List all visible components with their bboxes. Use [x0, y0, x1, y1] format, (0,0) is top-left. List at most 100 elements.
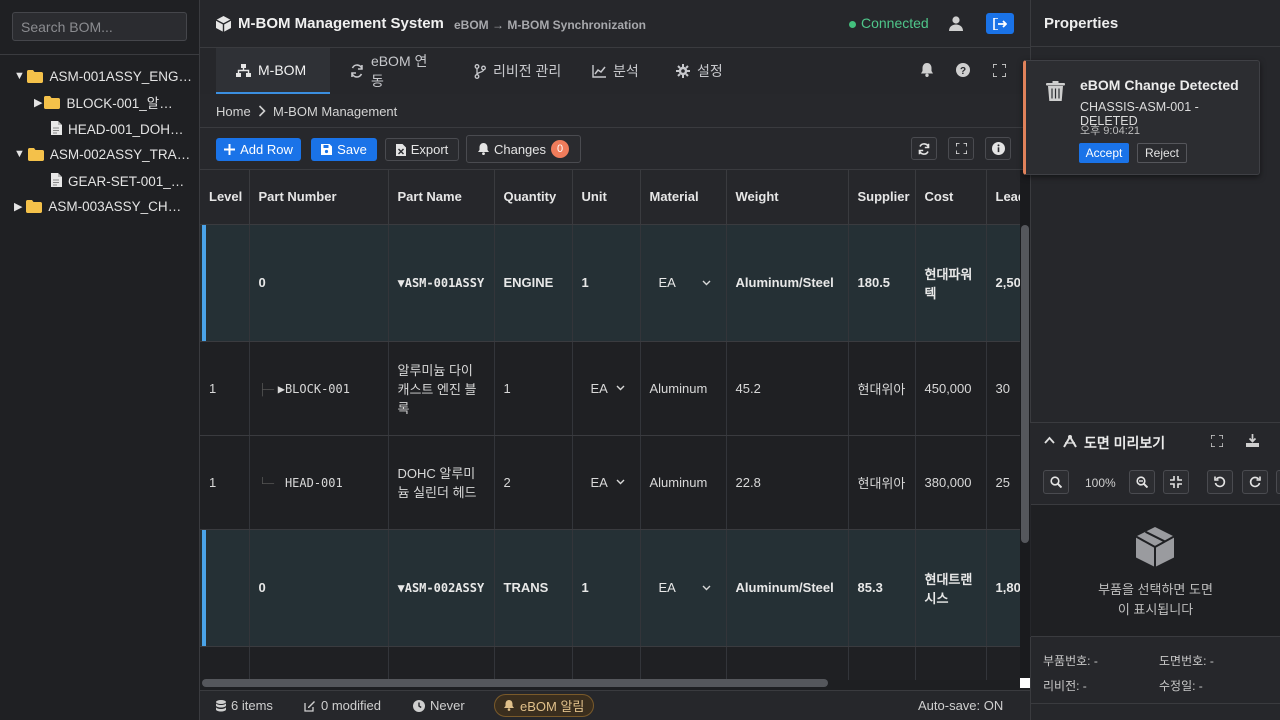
column-header[interactable]: Weight	[726, 170, 849, 225]
level-value-cell[interactable]: 0	[249, 529, 389, 647]
column-header[interactable]: Unit	[572, 170, 641, 225]
caret-right-icon[interactable]: ▶	[34, 96, 42, 109]
weight-cell[interactable]: 45.2	[726, 341, 849, 436]
quantity-cell[interactable]: 1	[572, 224, 641, 342]
tab-m-bom[interactable]: M-BOM	[216, 48, 330, 94]
column-header[interactable]: Part Number	[249, 170, 389, 225]
lead-time-cell[interactable]: 25	[986, 435, 1020, 530]
column-header[interactable]: Part Name	[388, 170, 495, 225]
table-cell[interactable]	[200, 646, 250, 680]
user-icon[interactable]	[949, 16, 963, 31]
level-value-cell[interactable]: 0	[249, 224, 389, 342]
tab-analysis[interactable]: 분석	[572, 48, 662, 94]
quantity-cell[interactable]: 1	[572, 529, 641, 647]
table-cell[interactable]	[249, 646, 389, 680]
supplier-cell[interactable]: 현대위아	[848, 435, 916, 530]
table-cell[interactable]	[726, 646, 849, 680]
search-bom-input[interactable]	[12, 12, 187, 41]
accept-button[interactable]: Accept	[1079, 143, 1129, 163]
table-cell[interactable]	[388, 646, 495, 680]
tree-item-asm-003[interactable]: ▶ ASM-003ASSY_CHASSIS	[14, 193, 186, 219]
save-button[interactable]: Save	[311, 138, 377, 161]
caret-down-icon[interactable]: ▼	[14, 148, 26, 160]
tree-item-asm-001[interactable]: ▼ ASM-001ASSY_ENGINE	[14, 63, 194, 89]
add-row-button[interactable]: Add Row	[216, 138, 301, 161]
level-cell[interactable]	[200, 529, 250, 647]
unit-select[interactable]: EA	[572, 435, 641, 530]
tab-revision[interactable]: 리비전 관리	[454, 48, 584, 94]
column-header[interactable]: Supplier	[848, 170, 916, 225]
tree-item-gear-set-001[interactable]: GEAR-SET-001_기어세트	[46, 167, 186, 193]
level-value-cell[interactable]: 1	[200, 341, 250, 436]
refresh-button[interactable]	[911, 137, 937, 160]
part-name-cell[interactable]: 알루미늄 다이캐스트 엔진 블록	[388, 341, 495, 436]
table-cell[interactable]	[640, 646, 727, 680]
material-cell[interactable]: Aluminum	[640, 341, 727, 436]
cost-cell[interactable]: 1,800,000	[986, 529, 1020, 647]
zoom-out-button[interactable]	[1129, 470, 1155, 494]
tab-settings[interactable]: 설정	[656, 48, 746, 94]
lead-time-cell[interactable]: 30	[986, 341, 1020, 436]
tree-item-head-001[interactable]: HEAD-001_DOHC 알루미늄	[46, 115, 186, 141]
part-name-cell[interactable]: ENGINE	[494, 224, 573, 342]
column-header[interactable]: Level	[200, 170, 250, 225]
table-row[interactable]: 0 ▼ASM-001ASSY ENGINE 1 EA Aluminum/Stee…	[200, 224, 1020, 342]
material-cell[interactable]: Aluminum/Steel	[726, 529, 849, 647]
fullscreen-button[interactable]	[948, 137, 974, 160]
table-row[interactable]: 1 └─ HEAD-001 DOHC 알루미늄 실린더 헤드 2 EA Alum…	[200, 435, 1020, 530]
unit-select[interactable]: EA	[572, 341, 641, 436]
level-cell[interactable]	[200, 224, 250, 342]
bell-icon[interactable]	[921, 63, 933, 77]
horizontal-scrollbar-thumb[interactable]	[202, 679, 828, 687]
table-row[interactable]: 1 ├─ ▶BLOCK-001 알루미늄 다이캐스트 엔진 블록 1 EA Al…	[200, 341, 1020, 436]
cost-cell[interactable]: 380,000	[915, 435, 987, 530]
unit-select[interactable]: EA	[640, 529, 727, 647]
logout-button[interactable]	[986, 13, 1014, 34]
level-value-cell[interactable]: 1	[200, 435, 250, 530]
rotate-left-button[interactable]	[1207, 470, 1233, 494]
expand-icon[interactable]	[1211, 435, 1223, 447]
download-icon[interactable]	[1246, 434, 1259, 447]
supplier-cell[interactable]: 현대파워텍	[915, 224, 987, 342]
material-cell[interactable]: Aluminum/Steel	[726, 224, 849, 342]
tree-item-block-001[interactable]: ▶ BLOCK-001_알루미늄 다이캐스트	[34, 89, 184, 115]
unit-select[interactable]: EA	[640, 224, 727, 342]
expand-icon[interactable]	[993, 64, 1006, 77]
part-name-cell[interactable]: TRANS	[494, 529, 573, 647]
help-icon[interactable]: ?	[956, 63, 970, 77]
zoom-in-button[interactable]	[1043, 470, 1069, 494]
supplier-cell[interactable]: 현대위아	[848, 341, 916, 436]
table-cell[interactable]	[915, 646, 987, 680]
part-number-cell[interactable]: ▼ASM-002ASSY	[388, 529, 495, 647]
table-cell[interactable]	[572, 646, 641, 680]
quantity-cell[interactable]: 2	[494, 435, 573, 530]
weight-cell[interactable]: 180.5	[848, 224, 916, 342]
column-header[interactable]: Cost	[915, 170, 987, 225]
supplier-cell[interactable]: 현대트랜시스	[915, 529, 987, 647]
column-header[interactable]: Quantity	[494, 170, 573, 225]
vertical-scrollbar-thumb[interactable]	[1021, 225, 1029, 543]
table-cell[interactable]	[848, 646, 916, 680]
table-cell[interactable]	[986, 646, 1020, 680]
cost-cell[interactable]: 2,500,000	[986, 224, 1020, 342]
column-header[interactable]: Lead Time	[986, 170, 1020, 225]
reject-button[interactable]: Reject	[1137, 143, 1187, 163]
part-name-cell[interactable]: DOHC 알루미늄 실린더 헤드	[388, 435, 495, 530]
weight-cell[interactable]: 85.3	[848, 529, 916, 647]
material-cell[interactable]: Aluminum	[640, 435, 727, 530]
tree-item-asm-002[interactable]: ▼ ASM-002ASSY_TRANS	[14, 141, 194, 167]
ebom-alert-button[interactable]: eBOM 알림	[494, 694, 595, 717]
quantity-cell[interactable]: 1	[494, 341, 573, 436]
preview-tool-overflow[interactable]	[1276, 470, 1280, 494]
column-header[interactable]: Material	[640, 170, 727, 225]
info-button[interactable]	[985, 137, 1011, 160]
export-button[interactable]: Export	[385, 138, 459, 161]
fit-button[interactable]	[1163, 470, 1189, 494]
cost-cell[interactable]: 450,000	[915, 341, 987, 436]
part-number-cell[interactable]: ▼ASM-001ASSY	[388, 224, 495, 342]
table-row[interactable]: 0 ▼ASM-002ASSY TRANS 1 EA Aluminum/Steel…	[200, 529, 1020, 647]
changes-button[interactable]: Changes 0	[466, 135, 581, 163]
rotate-right-button[interactable]	[1242, 470, 1268, 494]
caret-down-icon[interactable]: ▼	[14, 70, 25, 82]
breadcrumb-home[interactable]: Home	[216, 104, 251, 119]
